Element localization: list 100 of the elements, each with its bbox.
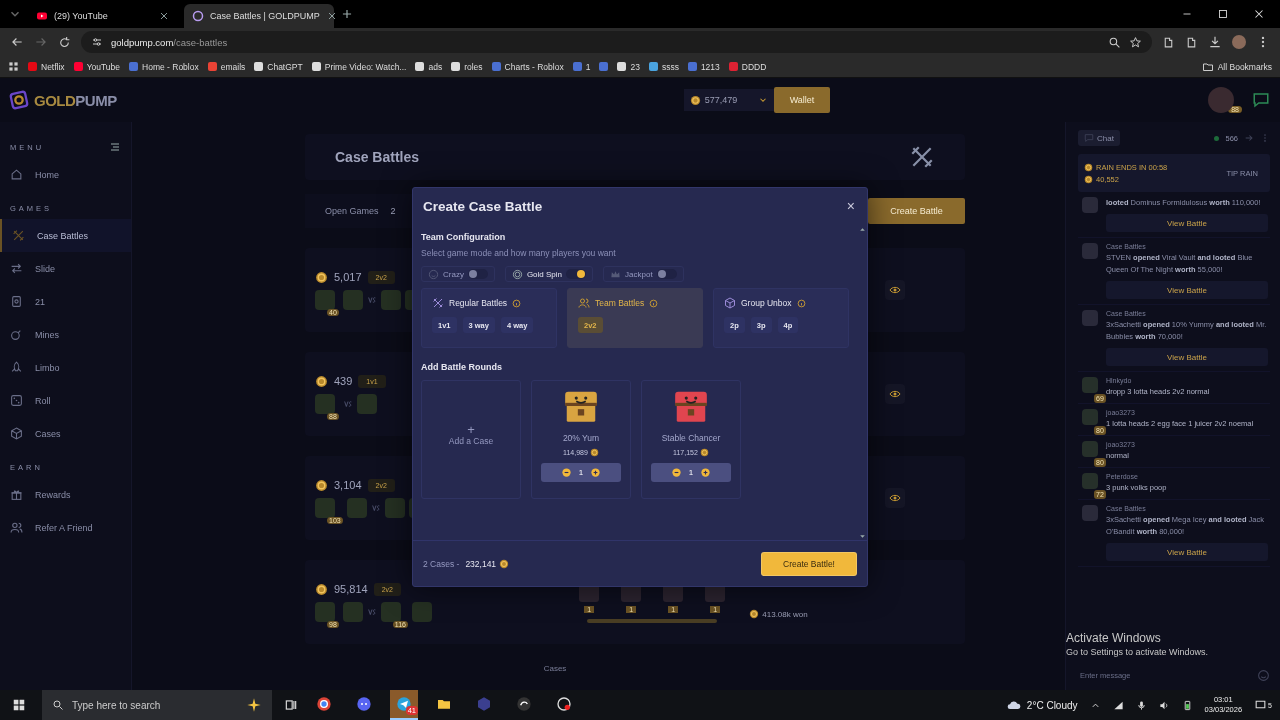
- player-avatar: [346, 497, 367, 518]
- browser-tab[interactable]: Case Battles | GOLDPUMP: [184, 4, 334, 28]
- gauge-app-icon[interactable]: [556, 696, 572, 712]
- task-view-icon[interactable]: [284, 698, 298, 712]
- versus-icon: [366, 294, 377, 305]
- arrows-icon: [10, 262, 23, 275]
- mode-label: Team Battles: [595, 298, 645, 308]
- bookmark[interactable]: ads: [415, 61, 443, 72]
- bookmark[interactable]: All Bookmarks: [1201, 60, 1272, 73]
- maximize-icon[interactable]: [1216, 7, 1230, 21]
- sidebar-item[interactable]: Mines: [0, 318, 131, 351]
- sidebar-item[interactable]: Limbo: [0, 351, 131, 384]
- chat-app-icon[interactable]: [356, 696, 372, 712]
- reload-icon[interactable]: [58, 35, 71, 49]
- battle-amount: 3,104: [334, 479, 362, 491]
- section-title: Team Configuration: [421, 232, 507, 242]
- view-button[interactable]: [885, 280, 905, 300]
- view-button[interactable]: [885, 488, 905, 508]
- scroll-up-icon[interactable]: [858, 226, 866, 233]
- bookmark[interactable]: emails: [207, 61, 246, 72]
- quantity-stepper[interactable]: 1: [541, 463, 621, 482]
- bookmark[interactable]: Prime Video: Watch...: [311, 61, 407, 72]
- start-icon[interactable]: [12, 698, 26, 712]
- apps-icon[interactable]: [8, 61, 19, 72]
- quantity-stepper[interactable]: 1: [651, 463, 731, 482]
- sidebar-item[interactable]: 21: [0, 285, 131, 318]
- view-battle-button[interactable]: View Battle: [1106, 348, 1268, 366]
- bookmark[interactable]: Charts - Roblox: [491, 61, 564, 72]
- folder-icon: [1201, 60, 1214, 73]
- bookmark[interactable]: Home - Roblox: [129, 61, 199, 72]
- close-button[interactable]: ×: [844, 198, 857, 214]
- speaker-icon[interactable]: [1158, 699, 1170, 711]
- bookmark[interactable]: 1: [572, 61, 591, 72]
- bookmark[interactable]: YouTube: [73, 61, 121, 72]
- bookmark[interactable]: ssss: [648, 61, 679, 72]
- close-icon[interactable]: [158, 10, 170, 22]
- gift-icon: [10, 488, 23, 501]
- scrollbar[interactable]: [587, 618, 718, 623]
- weather-widget[interactable]: 2°C Cloudy: [1005, 697, 1078, 713]
- sidebar-item[interactable]: Cases: [0, 417, 131, 450]
- sidebar-item[interactable]: Home: [0, 158, 131, 191]
- minus-icon[interactable]: [561, 468, 571, 477]
- info-icon: [796, 298, 806, 308]
- address-field[interactable]: goldpump.com/case-battles: [81, 31, 1152, 53]
- back-icon[interactable]: [10, 35, 24, 49]
- toggle-switch[interactable]: [467, 269, 488, 279]
- wallet-button[interactable]: Wallet: [773, 87, 831, 113]
- view-button[interactable]: [885, 384, 905, 404]
- bookmark[interactable]: ChatGPT: [254, 61, 303, 72]
- add-case-button[interactable]: + Add a Case: [421, 380, 521, 499]
- view-battle-button[interactable]: View Battle: [1106, 543, 1268, 561]
- bookmark[interactable]: roles: [451, 61, 483, 72]
- sidebar-item[interactable]: Case Battles: [0, 219, 131, 252]
- collapse-menu-icon[interactable]: [109, 141, 121, 153]
- coin-icon: [315, 270, 328, 284]
- toggle-label: Gold Spin: [526, 269, 563, 279]
- create-battle-button[interactable]: Create Battle!: [761, 551, 857, 576]
- plus-icon[interactable]: [701, 468, 711, 477]
- info-icon: [512, 298, 522, 308]
- microphone-icon[interactable]: [1135, 699, 1147, 711]
- zoom-icon[interactable]: [1108, 35, 1121, 49]
- view-battle-button[interactable]: View Battle: [1106, 214, 1268, 232]
- browser-tab[interactable]: (29) YouTube: [28, 4, 178, 28]
- chat-icon[interactable]: [1252, 91, 1270, 109]
- quantity-value: 1: [578, 468, 584, 477]
- view-battle-button[interactable]: View Battle: [1106, 281, 1268, 299]
- sidebar-item[interactable]: Refer A Friend: [0, 511, 131, 544]
- download-icon[interactable]: [1208, 35, 1222, 49]
- chat-tab[interactable]: Chat: [1078, 130, 1120, 146]
- bookmark[interactable]: [599, 62, 609, 71]
- crossed-swords-icon: [909, 144, 935, 170]
- dialog-title: Create Case Battle: [423, 198, 543, 214]
- versus-icon: [342, 398, 353, 409]
- new-tab-icon[interactable]: [340, 7, 354, 21]
- minus-icon[interactable]: [671, 468, 681, 477]
- toggle-switch[interactable]: [566, 269, 587, 279]
- sidebar-item[interactable]: Roll: [0, 384, 131, 417]
- mode-label: Group Unbox: [741, 298, 792, 308]
- player-avatar: [315, 497, 335, 518]
- balance-display[interactable]: 577,479: [683, 89, 774, 111]
- search-field[interactable]: Type here to search: [42, 690, 272, 720]
- plus-icon[interactable]: [591, 468, 601, 477]
- create-battle-button[interactable]: Create Battle: [868, 198, 965, 224]
- bookmark-star-icon[interactable]: [1129, 35, 1142, 49]
- bookmark[interactable]: Netflix: [28, 61, 65, 72]
- open-games-label: Open Games: [325, 206, 379, 216]
- profile-avatar[interactable]: [1232, 35, 1246, 49]
- coin-icon: [499, 558, 510, 569]
- toggle-switch[interactable]: [656, 269, 677, 279]
- bookmark[interactable]: 23: [617, 61, 640, 72]
- bookmark[interactable]: 1213: [687, 61, 720, 72]
- network-icon[interactable]: [1112, 699, 1124, 711]
- people-icon: [10, 521, 23, 534]
- battle-amount: 439: [334, 375, 353, 387]
- sidebar-item[interactable]: Slide: [0, 252, 131, 285]
- bookmark[interactable]: DDDD: [728, 61, 767, 72]
- scroll-down-icon[interactable]: [858, 533, 866, 540]
- open-games-count: 2: [390, 206, 396, 216]
- sidebar-item[interactable]: Rewards: [0, 478, 131, 511]
- browser-icon[interactable]: [316, 696, 332, 712]
